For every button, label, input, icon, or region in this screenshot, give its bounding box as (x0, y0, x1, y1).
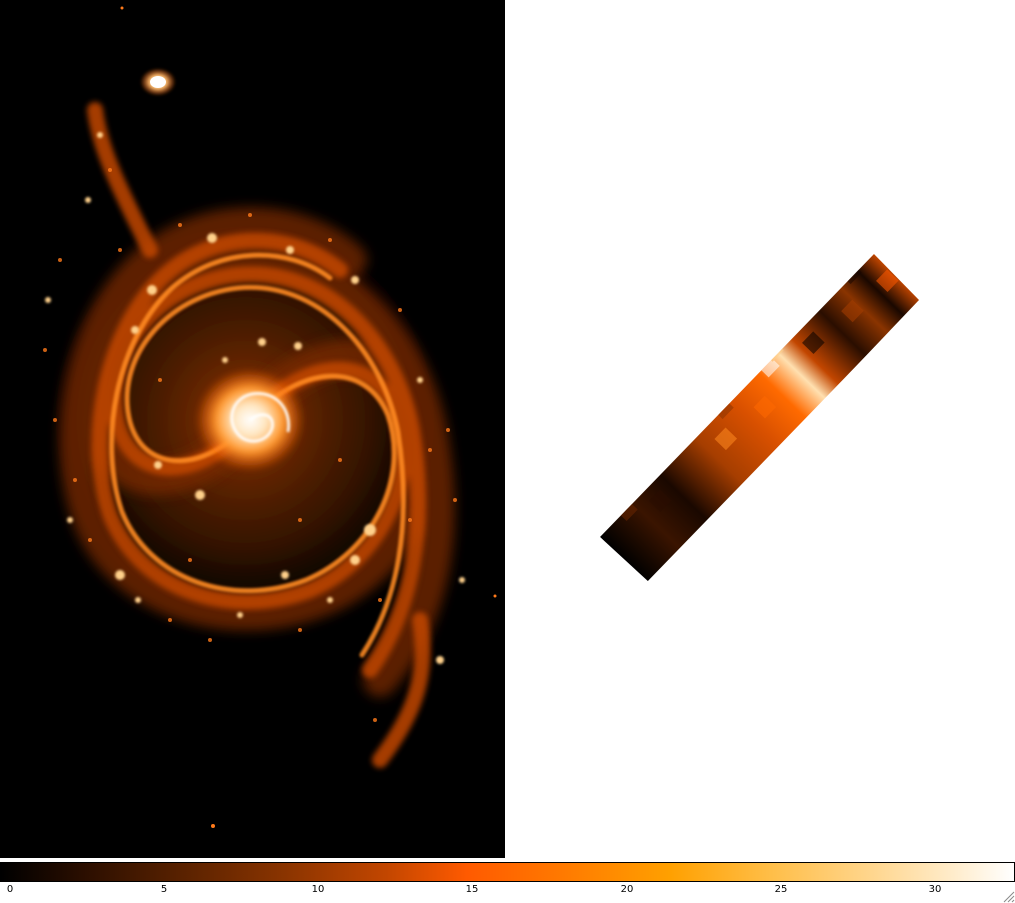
colorbar-tick-label: 20 (620, 884, 634, 895)
resize-grip-icon[interactable] (1002, 890, 1015, 903)
image-viewer: 0 5 10 15 20 25 30 (0, 0, 1015, 903)
colorbar-panel: 0 5 10 15 20 25 30 (0, 858, 1015, 903)
colorbar[interactable] (0, 862, 1015, 882)
colorbar-tick-label: 30 (928, 884, 942, 895)
right-image-frame[interactable] (505, 0, 1015, 858)
colorbar-tick-label: 25 (774, 884, 788, 895)
colorbar-tick-label: 10 (311, 884, 325, 895)
left-image-frame[interactable] (0, 0, 505, 858)
cutout-strip-image[interactable] (505, 0, 1015, 858)
colorbar-tick-label: 0 (6, 884, 14, 895)
colorbar-tick-label: 15 (465, 884, 479, 895)
galaxy-image[interactable] (0, 0, 505, 858)
colorbar-tick-label: 5 (160, 884, 168, 895)
